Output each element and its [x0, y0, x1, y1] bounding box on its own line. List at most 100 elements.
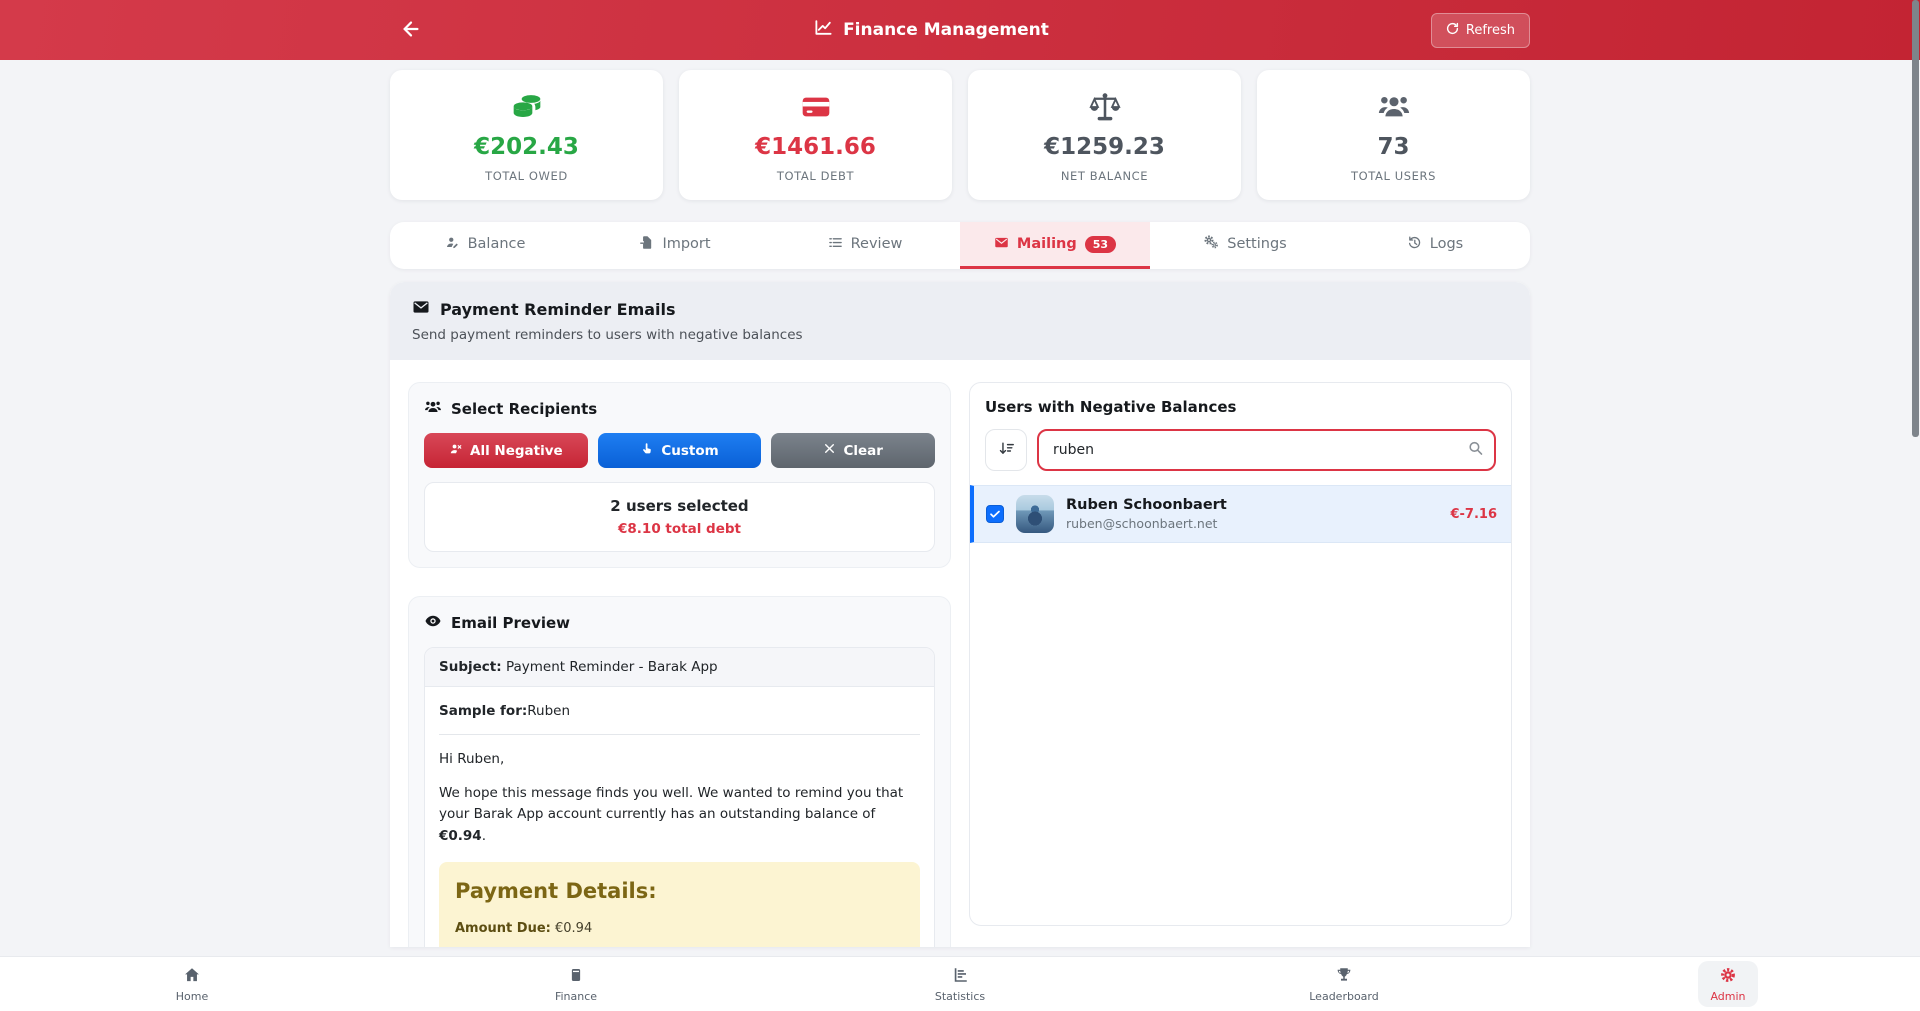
- coins-icon: [400, 90, 653, 124]
- stat-value: €202.43: [400, 134, 653, 160]
- sample-for-name: Ruben: [527, 703, 570, 719]
- email-preview-box: Subject: Payment Reminder - Barak App Sa…: [424, 647, 935, 947]
- selected-total-debt: €8.10 total debt: [435, 521, 924, 537]
- refresh-icon: [1446, 22, 1459, 39]
- user-email: ruben@schoonbaert.net: [1066, 516, 1227, 531]
- selection-summary-box: 2 users selected €8.10 total debt: [424, 482, 935, 552]
- credit-card-icon: [689, 90, 942, 124]
- stat-value: €1461.66: [689, 134, 942, 160]
- recipients-title: Select Recipients: [451, 400, 597, 418]
- users-icon: [1267, 90, 1520, 124]
- sort-button[interactable]: [985, 429, 1027, 471]
- user-search-input[interactable]: [1037, 429, 1496, 471]
- nav-item-finance[interactable]: Finance: [384, 961, 768, 1007]
- avatar: [1016, 495, 1054, 533]
- custom-button[interactable]: Custom: [598, 433, 762, 468]
- tab-label: Mailing: [1017, 236, 1077, 252]
- negative-users-title: Users with Negative Balances: [985, 398, 1496, 416]
- home-icon: [183, 966, 201, 987]
- user-row[interactable]: Ruben Schoonbaert ruben@schoonbaert.net …: [970, 485, 1511, 543]
- user-x-icon: [449, 442, 463, 460]
- user-balance: €-7.16: [1450, 507, 1497, 522]
- users-icon: [424, 398, 442, 420]
- stat-card-total-debt: €1461.66 TOTAL DEBT: [679, 70, 952, 200]
- mailing-panel: Payment Reminder Emails Send payment rem…: [390, 282, 1530, 947]
- stat-value: €1259.23: [978, 134, 1231, 160]
- list-icon: [828, 235, 843, 254]
- gear-icon: [1719, 966, 1737, 987]
- mailing-panel-header: Payment Reminder Emails Send payment rem…: [390, 282, 1530, 360]
- history-icon: [1407, 235, 1422, 254]
- amount-due-label: Amount Due:: [455, 921, 551, 936]
- select-recipients-card: Select Recipients All Negative: [408, 382, 951, 568]
- refresh-label: Refresh: [1466, 23, 1515, 38]
- stat-label: TOTAL USERS: [1267, 169, 1520, 183]
- tab-review[interactable]: Review: [770, 222, 960, 269]
- stat-label: NET BALANCE: [978, 169, 1231, 183]
- stat-label: TOTAL OWED: [400, 169, 653, 183]
- search-field-wrap: [1037, 429, 1496, 471]
- tab-label: Balance: [468, 236, 526, 252]
- clear-label: Clear: [843, 443, 882, 459]
- envelope-icon: [994, 235, 1009, 254]
- nav-label: Finance: [555, 990, 597, 1003]
- page-title: Finance Management: [432, 18, 1431, 42]
- refresh-button[interactable]: Refresh: [1431, 13, 1530, 48]
- tab-label: Settings: [1227, 236, 1286, 252]
- nav-label: Home: [176, 990, 208, 1003]
- trophy-icon: [1335, 966, 1353, 987]
- eye-icon: [424, 612, 442, 634]
- stat-card-total-owed: €202.43 TOTAL OWED: [390, 70, 663, 200]
- chart-line-icon: [814, 18, 833, 42]
- stat-label: TOTAL DEBT: [689, 169, 942, 183]
- chart-bar-icon: [951, 966, 969, 987]
- subject-value: Payment Reminder - Barak App: [506, 659, 718, 675]
- stat-card-net-balance: €1259.23 NET BALANCE: [968, 70, 1241, 200]
- tab-label: Import: [662, 236, 710, 252]
- email-subject-row: Subject: Payment Reminder - Barak App: [425, 648, 934, 687]
- divider: [439, 734, 920, 735]
- nav-label: Statistics: [935, 990, 985, 1003]
- email-body: Sample for:Ruben Hi Ruben, We hope this …: [425, 687, 934, 947]
- stats-row: €202.43 TOTAL OWED €1461.66 TOTAL DEBT €…: [390, 70, 1530, 200]
- gears-icon: [1203, 234, 1219, 254]
- nav-item-admin[interactable]: Admin: [1536, 961, 1920, 1007]
- tab-balance[interactable]: Balance: [390, 222, 580, 269]
- nav-label: Leaderboard: [1309, 990, 1378, 1003]
- nav-item-statistics[interactable]: Statistics: [768, 961, 1152, 1007]
- sample-for-label: Sample for:: [439, 703, 527, 719]
- all-negative-button[interactable]: All Negative: [424, 433, 588, 468]
- back-button[interactable]: [390, 9, 432, 51]
- clear-button[interactable]: Clear: [771, 433, 935, 468]
- email-paragraph-text: We hope this message finds you well. We …: [439, 785, 903, 823]
- stat-value: 73: [1267, 134, 1520, 160]
- hand-pointer-icon: [640, 442, 654, 460]
- section-title: Payment Reminder Emails: [440, 300, 676, 319]
- sort-amount-down-icon: [998, 440, 1015, 460]
- left-column: Select Recipients All Negative: [408, 382, 951, 926]
- tab-label: Logs: [1430, 236, 1463, 252]
- user-checkbox[interactable]: [986, 505, 1004, 523]
- tab-import[interactable]: Import: [580, 222, 770, 269]
- email-greeting: Hi Ruben,: [439, 749, 920, 769]
- nav-item-home[interactable]: Home: [0, 961, 384, 1007]
- payment-details-title: Payment Details:: [455, 876, 904, 908]
- sample-for-row: Sample for:Ruben: [439, 701, 920, 721]
- envelope-icon: [412, 298, 430, 320]
- user-identity: Ruben Schoonbaert ruben@schoonbaert.net: [1066, 497, 1227, 531]
- nav-item-leaderboard[interactable]: Leaderboard: [1152, 961, 1536, 1007]
- wallet-icon: [567, 966, 585, 987]
- tab-logs[interactable]: Logs: [1340, 222, 1530, 269]
- search-icon: [1467, 440, 1484, 461]
- tab-settings[interactable]: Settings: [1150, 222, 1340, 269]
- tab-mailing[interactable]: Mailing 53: [960, 222, 1150, 269]
- user-pen-icon: [445, 235, 460, 254]
- vertical-scrollbar[interactable]: [1912, 0, 1919, 437]
- all-negative-label: All Negative: [470, 443, 563, 459]
- amount-due-row: Amount Due: €0.94: [455, 919, 904, 939]
- selected-count: 2 users selected: [435, 497, 924, 515]
- payment-details-box: Payment Details: Amount Due: €0.94 Bank …: [439, 862, 920, 947]
- tab-label: Review: [851, 236, 903, 252]
- arrow-left-icon: [400, 18, 422, 43]
- tab-bar: Balance Import Review Mailing 53 Setti: [390, 222, 1530, 269]
